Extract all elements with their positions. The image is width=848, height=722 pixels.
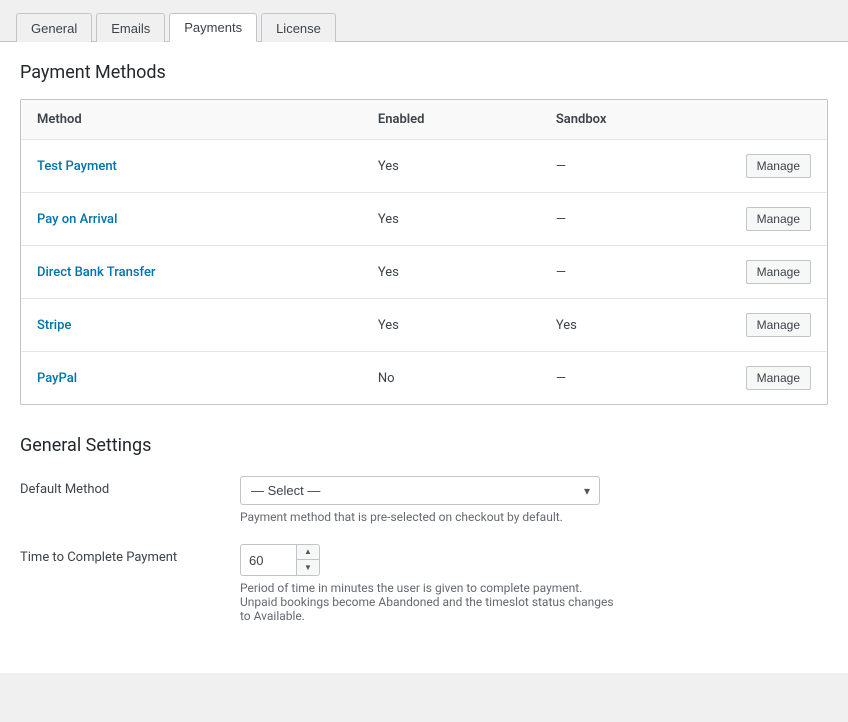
default-method-description: Payment method that is pre-selected on c… (240, 510, 620, 524)
main-content: Payment Methods Method Enabled Sandbox T… (0, 42, 848, 673)
payment-methods-table: Method Enabled Sandbox Test Payment Yes … (21, 100, 827, 404)
sandbox-test-payment: — (540, 140, 727, 193)
time-to-complete-input[interactable] (241, 545, 296, 575)
default-method-select-wrapper: — Select — Test Payment Pay on Arrival D… (240, 476, 600, 505)
manage-stripe-button[interactable]: Manage (746, 313, 811, 337)
page-wrapper: General Emails Payments License Payment … (0, 0, 848, 722)
payment-methods-table-wrapper: Method Enabled Sandbox Test Payment Yes … (20, 99, 828, 405)
enabled-stripe: Yes (362, 299, 540, 352)
number-spinners: ▲ ▼ (296, 545, 319, 575)
time-to-complete-description: Period of time in minutes the user is gi… (240, 581, 620, 623)
tab-general[interactable]: General (16, 13, 92, 42)
time-to-complete-row: Time to Complete Payment ▲ ▼ Period of t… (20, 544, 828, 623)
manage-direct-bank-transfer-button[interactable]: Manage (746, 260, 811, 284)
general-settings-title: General Settings (20, 435, 828, 456)
payment-methods-title: Payment Methods (20, 62, 828, 83)
tab-emails[interactable]: Emails (96, 13, 165, 42)
enabled-test-payment: Yes (362, 140, 540, 193)
tab-license[interactable]: License (261, 13, 336, 42)
col-header-enabled: Enabled (362, 100, 540, 140)
manage-test-payment-button[interactable]: Manage (746, 154, 811, 178)
method-paypal[interactable]: PayPal (37, 371, 77, 386)
method-pay-on-arrival[interactable]: Pay on Arrival (37, 212, 117, 227)
col-header-method: Method (21, 100, 362, 140)
sandbox-pay-on-arrival: — (540, 193, 727, 246)
enabled-direct-bank-transfer: Yes (362, 246, 540, 299)
sandbox-paypal: — (540, 352, 727, 405)
col-header-actions (727, 100, 827, 140)
enabled-paypal: No (362, 352, 540, 405)
default-method-row: Default Method — Select — Test Payment P… (20, 476, 828, 524)
time-to-complete-label: Time to Complete Payment (20, 544, 240, 565)
default-method-select[interactable]: — Select — Test Payment Pay on Arrival D… (240, 476, 600, 505)
table-row: PayPal No — Manage (21, 352, 827, 405)
table-row: Stripe Yes Yes Manage (21, 299, 827, 352)
spinner-up-button[interactable]: ▲ (297, 545, 319, 560)
enabled-pay-on-arrival: Yes (362, 193, 540, 246)
method-test-payment[interactable]: Test Payment (37, 159, 117, 174)
manage-paypal-button[interactable]: Manage (746, 366, 811, 390)
time-to-complete-field: ▲ ▼ Period of time in minutes the user i… (240, 544, 828, 623)
method-direct-bank-transfer[interactable]: Direct Bank Transfer (37, 265, 156, 280)
col-header-sandbox: Sandbox (540, 100, 727, 140)
method-stripe[interactable]: Stripe (37, 318, 71, 333)
default-method-label: Default Method (20, 476, 240, 497)
time-to-complete-input-wrapper: ▲ ▼ (240, 544, 320, 576)
tabs-bar: General Emails Payments License (0, 0, 848, 42)
tab-payments[interactable]: Payments (169, 13, 257, 42)
default-method-field: — Select — Test Payment Pay on Arrival D… (240, 476, 828, 524)
sandbox-stripe: Yes (540, 299, 727, 352)
manage-pay-on-arrival-button[interactable]: Manage (746, 207, 811, 231)
table-row: Direct Bank Transfer Yes — Manage (21, 246, 827, 299)
table-row: Test Payment Yes — Manage (21, 140, 827, 193)
table-row: Pay on Arrival Yes — Manage (21, 193, 827, 246)
spinner-down-button[interactable]: ▼ (297, 560, 319, 575)
sandbox-direct-bank-transfer: — (540, 246, 727, 299)
